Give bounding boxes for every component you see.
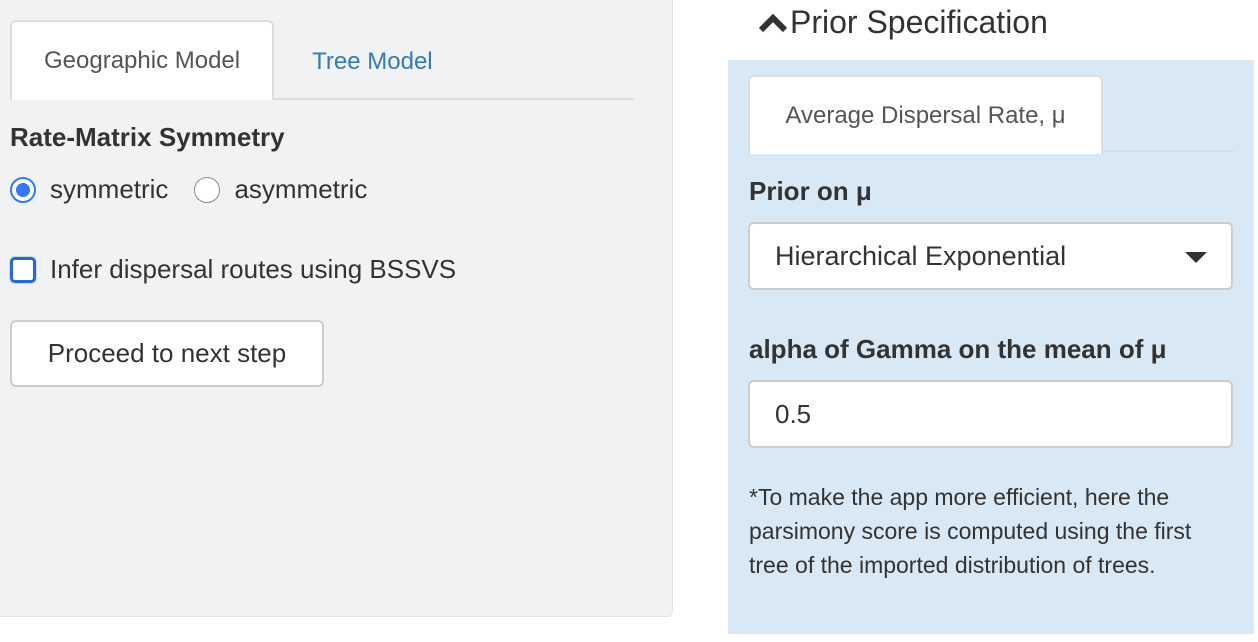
rate-matrix-radio-group: symmetric asymmetric bbox=[10, 174, 393, 205]
asymmetric-radio-label[interactable]: asymmetric bbox=[234, 174, 367, 205]
tab-geographic-model[interactable]: Geographic Model bbox=[10, 20, 275, 100]
alpha-gamma-label: alpha of Gamma on the mean of μ bbox=[749, 334, 1167, 364]
bssvs-checkbox-row: Infer dispersal routes using BSSVS bbox=[10, 254, 456, 285]
bssvs-checkbox-label[interactable]: Infer dispersal routes using BSSVS bbox=[50, 254, 456, 285]
caret-down-icon bbox=[1185, 252, 1207, 263]
tab-tree-model[interactable]: Tree Model bbox=[274, 22, 467, 100]
prior-specification-panel: Average Dispersal Rate, μ Prior on μ Hie… bbox=[728, 60, 1254, 634]
symmetric-radio[interactable] bbox=[10, 176, 36, 203]
rate-matrix-symmetry-label: Rate-Matrix Symmetry bbox=[10, 122, 285, 152]
tab-average-dispersal-rate[interactable]: Average Dispersal Rate, μ bbox=[748, 75, 1103, 154]
prior-on-mu-label: Prior on μ bbox=[749, 176, 872, 206]
symmetric-radio-label[interactable]: symmetric bbox=[50, 174, 168, 205]
bssvs-checkbox[interactable] bbox=[10, 256, 36, 283]
prior-specification-title: Prior Specification bbox=[790, 4, 1048, 40]
alpha-gamma-input[interactable] bbox=[748, 380, 1233, 448]
asymmetric-radio[interactable] bbox=[194, 176, 221, 203]
efficiency-note: *To make the app more efficient, here th… bbox=[749, 484, 1192, 578]
prior-tabs: Average Dispersal Rate, μ bbox=[748, 75, 1234, 154]
model-tabs: Geographic Model Tree Model bbox=[10, 20, 634, 100]
prior-on-mu-select[interactable]: Hierarchical Exponential bbox=[748, 222, 1233, 290]
chevron-up-icon bbox=[758, 13, 788, 32]
prior-specification-toggle[interactable]: Prior Specification bbox=[758, 4, 1048, 41]
prior-on-mu-selected-value: Hierarchical Exponential bbox=[775, 240, 1067, 271]
proceed-to-next-step-button[interactable]: Proceed to next step bbox=[10, 320, 324, 387]
